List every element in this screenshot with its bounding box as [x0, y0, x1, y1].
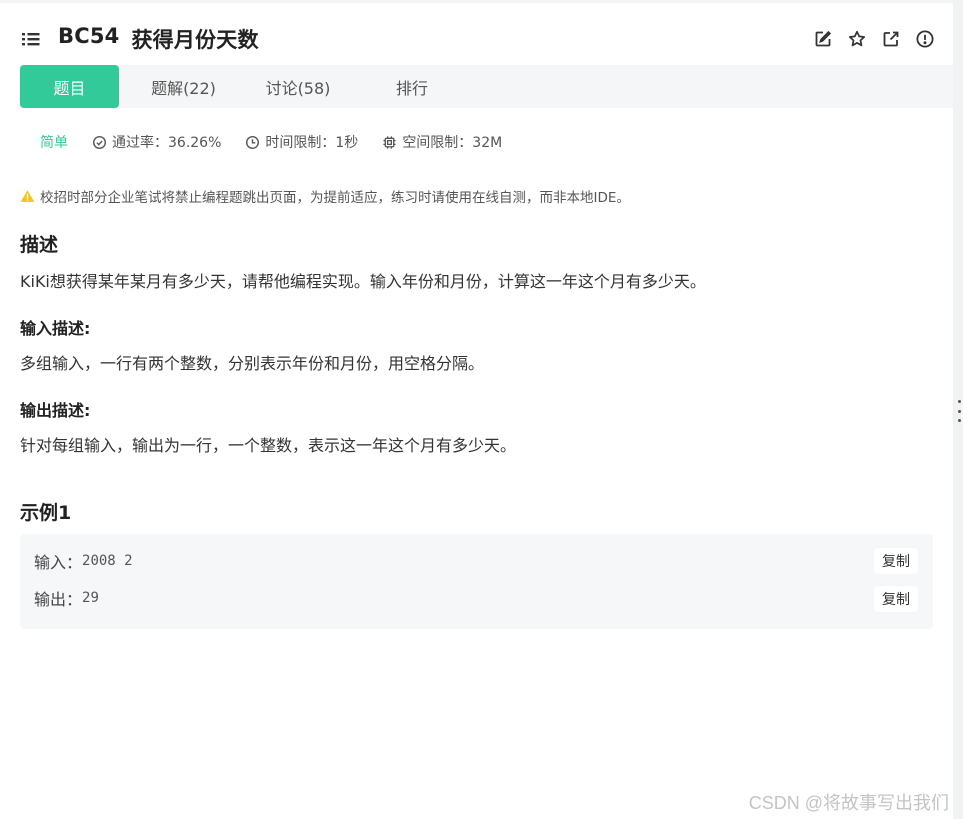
tab-bar: 题目 题解(22) 讨论(58) 排行: [20, 65, 953, 108]
example-input-label: 输入：: [34, 553, 83, 572]
tab-problem[interactable]: 题目: [20, 65, 119, 108]
tab-discussion[interactable]: 讨论(58): [248, 65, 348, 108]
page-title: BC54 获得月份天数: [58, 24, 259, 54]
example-heading: 示例1: [20, 502, 72, 524]
notice-text: 校招时部分企业笔试将禁止编程题跳出页面，为提前适应，练习时请使用在线自测，而非本…: [40, 190, 630, 206]
description-heading: 描述: [20, 234, 59, 256]
example-input-value: 2008 2: [82, 553, 133, 569]
share-icon[interactable]: [881, 29, 901, 49]
pass-rate-text: 通过率：36.26%: [112, 135, 222, 151]
time-limit-text: 时间限制：1秒: [265, 135, 359, 151]
star-icon[interactable]: [847, 29, 867, 49]
input-description-text: 多组输入，一行有两个整数，分别表示年份和月份，用空格分隔。: [20, 354, 485, 373]
top-border: [0, 0, 953, 3]
copy-input-button[interactable]: 复制: [874, 548, 918, 574]
example-box: 输入： 2008 2 复制 输出： 29 复制: [20, 534, 933, 629]
input-description-heading: 输入描述:: [20, 319, 91, 338]
list-icon[interactable]: [20, 29, 42, 49]
tab-solutions[interactable]: 题解(22): [119, 65, 248, 108]
copy-output-button[interactable]: 复制: [874, 586, 918, 612]
example-input-row: 输入： 2008 2: [34, 549, 133, 573]
problem-id: BC54: [58, 24, 120, 48]
edit-icon[interactable]: [813, 29, 833, 49]
check-circle-icon: [92, 135, 107, 149]
example-output-value: 29: [82, 590, 99, 606]
time-limit: 时间限制：1秒: [245, 132, 358, 152]
pass-rate: 通过率：36.26%: [92, 132, 221, 152]
watermark: CSDN @将故事写出我们: [748, 793, 949, 813]
space-limit-text: 空间限制：32M: [402, 135, 503, 151]
tab-ranking[interactable]: 排行: [348, 65, 476, 108]
difficulty-badge: 简单: [40, 135, 68, 151]
description-text: KiKi想获得某年某月有多少天，请帮他编程实现。输入年份和月份，计算这一年这个月…: [20, 272, 706, 291]
problem-header: BC54 获得月份天数: [20, 22, 935, 56]
output-description-text: 针对每组输入，输出为一行，一个整数，表示这一年这个月有多少天。: [20, 436, 517, 455]
chip-icon: [383, 135, 396, 149]
report-icon[interactable]: [915, 29, 935, 49]
warning-icon: [20, 190, 35, 202]
space-limit: 空间限制：32M: [382, 132, 502, 152]
header-actions: [813, 29, 935, 49]
example-output-label: 输出：: [34, 590, 83, 609]
clock-icon: [246, 135, 260, 149]
more-vertical-icon[interactable]: [957, 400, 961, 422]
problem-title: 获得月份天数: [131, 28, 259, 52]
example-output-row: 输出： 29: [34, 586, 99, 610]
output-description-heading: 输出描述:: [20, 401, 91, 420]
problem-meta: 简单 通过率：36.26% 时间限制：1秒 空间限制：32M: [40, 131, 526, 153]
exam-notice: 校招时部分企业笔试将禁止编程题跳出页面，为提前适应，练习时请使用在线自测，而非本…: [20, 186, 630, 206]
